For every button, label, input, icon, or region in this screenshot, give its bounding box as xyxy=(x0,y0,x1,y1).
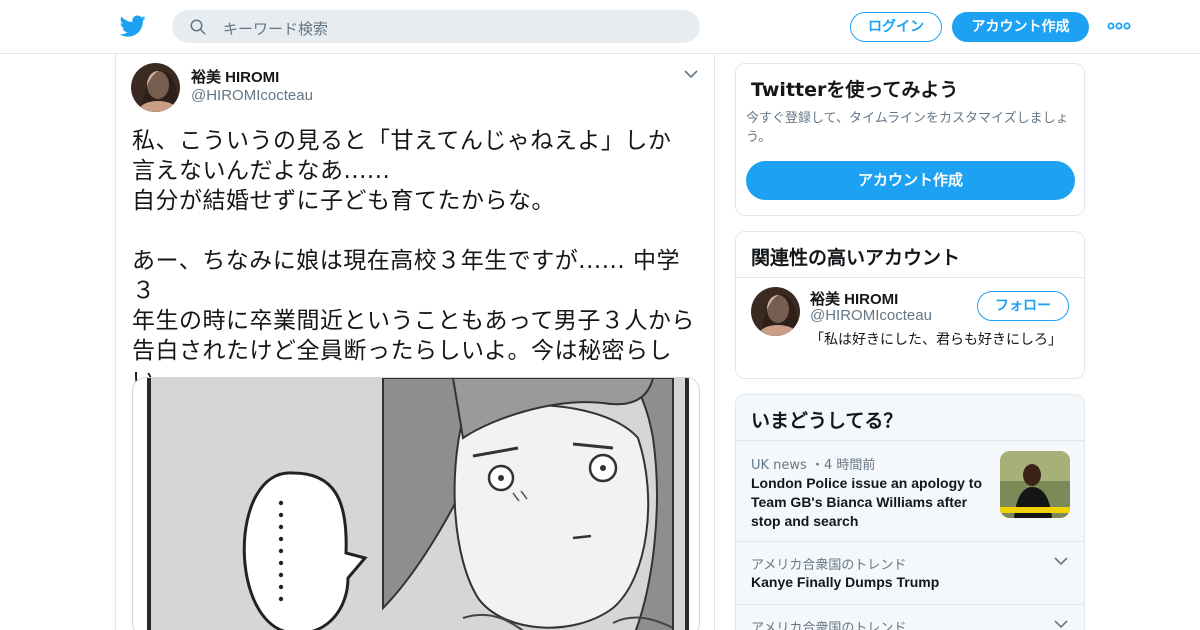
top-navigation-bar: キーワード検索 ログイン アカウント作成 xyxy=(0,0,1200,54)
trend-item[interactable]: アメリカ合衆国のトレンド Kanye Finally Dumps Trump xyxy=(736,541,1084,604)
related-account-handle[interactable]: @HIROMIcocteau xyxy=(810,307,932,324)
chevron-down-icon[interactable] xyxy=(1054,556,1068,566)
related-accounts-title: 関連性の高いアカウント xyxy=(751,247,961,269)
trend-meta: アメリカ合衆国のトレンド xyxy=(751,558,907,573)
login-button[interactable]: ログイン xyxy=(850,12,942,42)
related-account-name[interactable]: 裕美 HIROMI xyxy=(810,288,898,309)
signup-button[interactable]: アカウント作成 xyxy=(952,12,1089,42)
search-icon xyxy=(190,19,206,35)
trend-title: Kanye Finally Dumps Trump xyxy=(751,574,940,590)
signup-card-title: Twitterを使ってみよう xyxy=(751,79,959,101)
tweet-image[interactable] xyxy=(132,377,700,630)
trends-card: いまどうしてる？ UK news ・4 時間前 London Police is… xyxy=(735,394,1085,630)
more-options-icon[interactable] xyxy=(1106,16,1132,36)
search-box[interactable]: キーワード検索 xyxy=(172,10,700,43)
trend-item[interactable]: アメリカ合衆国のトレンド xyxy=(736,604,1084,630)
twitter-bird-icon[interactable] xyxy=(120,13,146,39)
author-name[interactable]: 裕美 HIROMI xyxy=(191,66,279,87)
chevron-down-icon[interactable] xyxy=(683,68,699,80)
trend-meta: アメリカ合衆国のトレンド xyxy=(751,621,907,630)
signup-card: Twitterを使ってみよう 今すぐ登録して、タイムラインをカスタマイズしましょ… xyxy=(735,63,1085,216)
create-account-button[interactable]: アカウント作成 xyxy=(746,161,1075,200)
chevron-down-icon[interactable] xyxy=(1054,619,1068,629)
related-account-bio: 「私は好きにした、君らも好きにしろ」 xyxy=(810,332,1062,348)
follow-button[interactable]: フォロー xyxy=(977,291,1069,321)
signup-card-description: 今すぐ登録して、タイムラインをカスタマイズしましょう。 xyxy=(746,111,1069,145)
related-accounts-card: 関連性の高いアカウント 裕美 HIROMI @HIROMIcocteau フォロ… xyxy=(735,231,1085,379)
trend-title: London Police issue an apology to Team G… xyxy=(751,475,983,529)
trend-meta: UK news ・4 時間前 xyxy=(751,458,876,473)
trend-thumbnail xyxy=(1000,451,1070,518)
tweet-text: 私、こういうの見ると「甘えてんじゃねえよ」しか 言えないんだよなあ...... … xyxy=(132,128,695,394)
author-handle[interactable]: @HIROMIcocteau xyxy=(191,87,313,104)
divider xyxy=(736,277,1084,278)
avatar[interactable] xyxy=(751,287,800,336)
search-input[interactable]: キーワード検索 xyxy=(223,18,328,39)
trends-title: いまどうしてる？ xyxy=(751,410,903,432)
avatar[interactable] xyxy=(131,63,180,112)
tweet-card: 裕美 HIROMI @HIROMIcocteau 私、こういうの見ると「甘えてん… xyxy=(115,54,715,630)
trend-item[interactable]: UK news ・4 時間前 London Police issue an ap… xyxy=(736,440,1084,542)
